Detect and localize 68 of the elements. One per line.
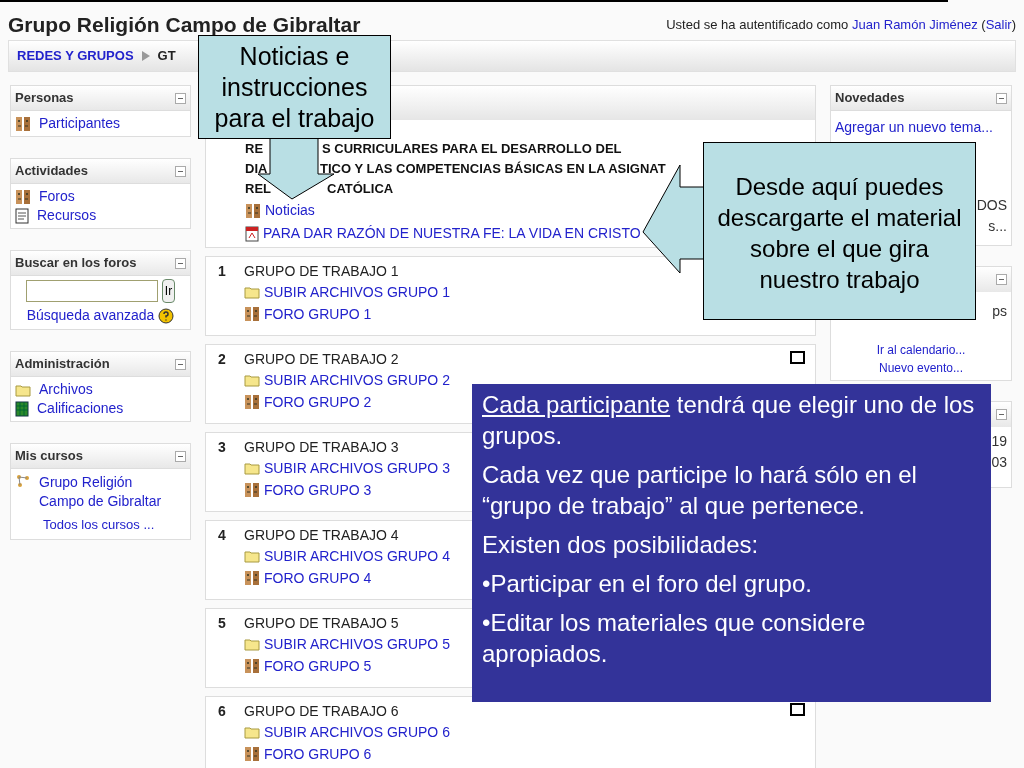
heading-text: CATÓLICA [327, 180, 394, 198]
section-title: GRUPO DE TRABAJO 2 [244, 350, 400, 369]
block-title: Actividades [15, 162, 88, 181]
logout-link[interactable]: Salir [985, 16, 1012, 32]
block-title: Novedades [835, 89, 905, 108]
section-title: GRUPO DE TRABAJO 3 [244, 438, 400, 457]
resource-link[interactable]: Noticias [265, 200, 315, 221]
block-title: Administración [15, 355, 110, 374]
folder-link[interactable]: SUBIR ARCHIVOS GRUPO 4 [264, 545, 450, 567]
block-link[interactable]: Agregar un nuevo tema... [835, 117, 1007, 138]
note-text: •Editar los materiales que considere apropiados. [482, 608, 867, 669]
block-text: 19 [991, 432, 1007, 451]
heading-text: RE [245, 141, 264, 156]
folder-link[interactable]: SUBIR ARCHIVOS GRUPO 1 [264, 281, 450, 303]
breadcrumb-link[interactable]: GT [157, 46, 176, 66]
block-text: 03 [991, 453, 1007, 472]
section-title: GRUPO DE TRABAJO 5 [244, 614, 400, 633]
login-info: Usted se ha autentificado como Juan Ramón Jiménez (Salir) [666, 15, 1016, 34]
heading-text: DIA [245, 161, 268, 176]
forum-link[interactable]: FORO GRUPO 2 [264, 391, 372, 413]
note-text: Cada vez que participe lo hará sólo en el “grupo de trabajo” al que pertenece. [482, 460, 918, 521]
callout: Noticias e instrucciones para el trabajo [198, 35, 391, 139]
go-button[interactable]: Ir [161, 279, 176, 303]
block-link[interactable]: Foros [39, 186, 75, 207]
course-link[interactable]: Grupo Religión Campo de Gibraltar [39, 473, 169, 511]
section-number: 5 [217, 614, 227, 633]
heading-text: S CURRICULARES PARA EL DESARROLLO DEL [322, 140, 622, 158]
folder-link[interactable]: SUBIR ARCHIVOS GRUPO 2 [264, 369, 450, 391]
calendar-link[interactable]: Ir al calendario... [876, 341, 966, 359]
folder-link[interactable]: SUBIR ARCHIVOS GRUPO 6 [264, 721, 450, 743]
section-title: GRUPO DE TRABAJO 4 [244, 526, 400, 545]
forum-link[interactable]: FORO GRUPO 5 [264, 655, 372, 677]
block-text: s... [988, 217, 1007, 236]
section-number: 6 [217, 702, 227, 721]
block-link[interactable]: Recursos [37, 205, 97, 226]
section-number: 3 [217, 438, 227, 457]
block-link[interactable]: Participantes [39, 113, 120, 134]
section-title: GRUPO DE TRABAJO 1 [244, 262, 400, 281]
forum-link[interactable]: FORO GRUPO 4 [264, 567, 372, 589]
forum-link[interactable]: FORO GRUPO 6 [264, 743, 372, 765]
note-text: Existen dos posibilidades: [482, 530, 760, 560]
forum-link[interactable]: FORO GRUPO 1 [264, 303, 372, 325]
note-text: •Participar en el foro del grupo. [482, 569, 813, 599]
folder-link[interactable]: SUBIR ARCHIVOS GRUPO 3 [264, 457, 450, 479]
advanced-search-link[interactable]: Búsqueda avanzada [26, 305, 155, 326]
resource-link[interactable]: PARA DAR RAZÓN DE NUESTRA FE: LA VIDA EN CRISTO [263, 223, 641, 244]
block-text: DOS [976, 196, 1007, 215]
block-title: Personas [15, 89, 74, 108]
block-title: Mis cursos [15, 447, 83, 466]
section-number: 2 [217, 350, 227, 369]
section-number: 4 [217, 526, 227, 545]
heading-text: REL [245, 181, 271, 196]
callout: Desde aquí puedes descargarte el material sobre el que gira nuestro trabajo [703, 142, 976, 320]
folder-link[interactable]: SUBIR ARCHIVOS GRUPO 5 [264, 633, 450, 655]
block-text: ps [992, 302, 1007, 321]
block-title: Buscar en los foros [15, 254, 137, 273]
calendar-link[interactable]: Nuevo evento... [878, 359, 964, 377]
heading-text: TICO Y LAS COMPETENCIAS BÁSICAS EN LA ASIGNAT [320, 160, 666, 178]
section-number: 1 [217, 262, 227, 281]
note-text: Cada participante tendrá que elegir uno de los grupos. [482, 390, 976, 451]
user-link[interactable]: Juan Ramón Jiménez [851, 16, 978, 32]
breadcrumb-link[interactable]: REDES Y GRUPOS [17, 46, 134, 66]
block-link[interactable]: Archivos [39, 379, 93, 400]
all-courses-link[interactable]: Todos los cursos ... [43, 515, 186, 535]
site-title: Grupo Religión Campo de Gibraltar [8, 11, 361, 38]
forum-link[interactable]: FORO GRUPO 3 [264, 479, 372, 501]
block-link[interactable]: Calificaciones [37, 398, 124, 419]
section-title: GRUPO DE TRABAJO 6 [244, 702, 400, 721]
